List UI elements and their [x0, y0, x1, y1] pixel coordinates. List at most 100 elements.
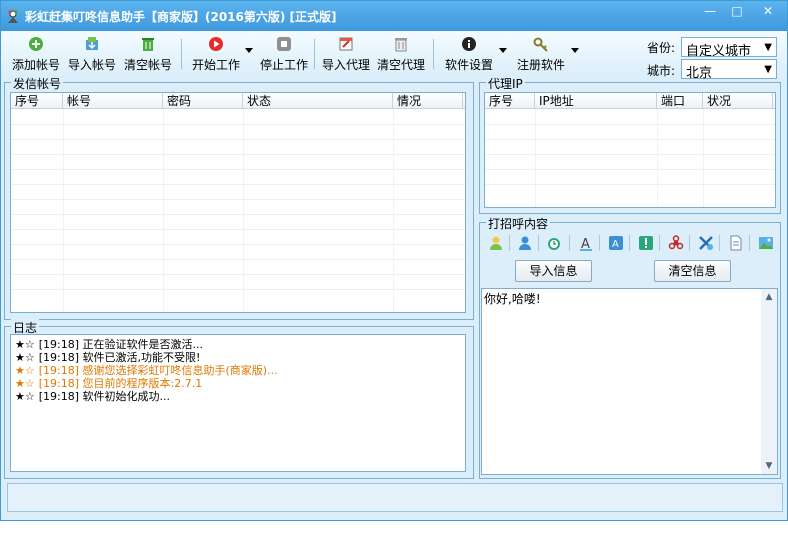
star-icon: ★☆	[15, 390, 35, 403]
column-header[interactable]: IP地址	[535, 93, 657, 109]
stop-work-label: 停止工作	[259, 58, 308, 72]
grid-line	[11, 154, 465, 155]
trash-icon	[142, 38, 154, 51]
column-header[interactable]: 序号	[11, 93, 63, 109]
toolbar-separator	[314, 39, 315, 69]
log-entry: ★☆ [19:18] 正在验证软件是否激活...	[15, 338, 203, 351]
province-select[interactable]: 自定义城市 ▼	[681, 37, 777, 59]
scroll-down-icon[interactable]: ▼	[761, 458, 777, 474]
start-work-dropdown-icon[interactable]	[245, 48, 253, 53]
greeting-legend: 打招呼内容	[486, 215, 551, 232]
format-separator	[599, 235, 600, 251]
play-icon	[209, 37, 223, 51]
font-icon[interactable]: A	[578, 235, 594, 251]
grid-line	[11, 259, 465, 260]
column-header[interactable]: 状况	[703, 93, 773, 109]
column-header[interactable]: 密码	[163, 93, 243, 109]
window-title: 彩虹赶集叮咚信息助手【商家版】(2016第六版) [正式版]	[25, 10, 337, 24]
format-separator	[689, 235, 690, 251]
biohazard-icon[interactable]	[668, 235, 684, 251]
settings-button[interactable]: 软件设置	[441, 33, 497, 73]
svg-text:A: A	[581, 237, 590, 251]
column-header[interactable]: 端口	[657, 93, 703, 109]
clear-account-button[interactable]: 清空帐号	[121, 33, 175, 73]
city-label: 城市:	[647, 64, 676, 78]
city-value: 北京	[686, 66, 713, 81]
add-account-label: 添加帐号	[11, 58, 60, 72]
format-separator	[749, 235, 750, 251]
add-icon	[29, 37, 43, 51]
stop-icon	[277, 37, 291, 51]
document-icon[interactable]	[728, 235, 744, 251]
grid-line	[485, 124, 775, 125]
log-text: [19:18] 感谢您选择彩虹叮咚信息助手(商家版)...	[38, 364, 278, 377]
log-panel: ★☆ [19:18] 正在验证软件是否激活... ★☆ [19:18] 软件已激活,…	[10, 334, 466, 472]
alert-icon[interactable]	[638, 235, 654, 251]
column-header[interactable]: 情况	[393, 93, 463, 109]
log-text: [19:18] 正在验证软件是否激活...	[38, 338, 204, 351]
image-icon[interactable]	[758, 235, 774, 251]
register-button[interactable]: 注册软件	[513, 33, 569, 73]
alarm-icon[interactable]	[546, 235, 562, 251]
import-account-button[interactable]: 导入帐号	[65, 33, 119, 73]
log-text: [19:18] 您目前的程序版本:2.7.1	[38, 377, 203, 390]
proxy-table[interactable]: 序号 IP地址 端口 状况	[484, 92, 776, 208]
grid-line	[485, 184, 775, 185]
maximize-button[interactable]: □	[722, 1, 752, 21]
column-header[interactable]: 序号	[485, 93, 535, 109]
settings-dropdown-icon[interactable]	[499, 48, 507, 53]
log-entry: ★☆ [19:18] 软件初始化成功...	[15, 390, 170, 403]
star-icon: ★☆	[15, 377, 35, 390]
province-label: 省份:	[647, 41, 676, 55]
grid-line	[11, 139, 465, 140]
register-dropdown-icon[interactable]	[571, 48, 579, 53]
accounts-table-header: 序号 帐号 密码 状态 情况	[11, 93, 465, 109]
trash-icon	[395, 38, 407, 52]
import-info-button[interactable]: 导入信息	[515, 260, 592, 282]
log-entry: ★☆ [19:18] 您目前的程序版本:2.7.1	[15, 377, 202, 390]
grid-line	[11, 214, 465, 215]
grid-line	[11, 229, 465, 230]
format-separator	[538, 235, 539, 251]
province-value: 自定义城市	[686, 44, 752, 59]
close-button[interactable]: ✕	[751, 1, 785, 21]
text-style-icon[interactable]: A	[608, 235, 624, 251]
main-window: 彩虹赶集叮咚信息助手【商家版】(2016第六版) [正式版] — □ ✕ 添加帐…	[0, 0, 788, 521]
scroll-up-icon[interactable]: ▲	[761, 289, 777, 305]
clear-info-button[interactable]: 清空信息	[654, 260, 731, 282]
app-icon	[8, 10, 18, 23]
stop-work-button[interactable]: 停止工作	[257, 33, 311, 73]
minimize-button[interactable]: —	[695, 1, 725, 21]
info-icon	[462, 37, 476, 51]
add-account-button[interactable]: 添加帐号	[9, 33, 63, 73]
toolbar-separator	[181, 39, 182, 69]
status-bar	[7, 483, 783, 512]
import-account-label: 导入帐号	[67, 58, 116, 72]
title-bar[interactable]: 彩虹赶集叮咚信息助手【商家版】(2016第六版) [正式版] — □ ✕	[1, 1, 787, 31]
log-entry: ★☆ [19:18] 软件已激活,功能不受限!	[15, 351, 200, 364]
format-separator	[629, 235, 630, 251]
greeting-textarea[interactable]: 你好,哈喽! ▲ ▼	[481, 288, 778, 475]
column-header[interactable]: 状态	[243, 93, 393, 109]
import-proxy-label: 导入代理	[321, 58, 370, 72]
format-separator	[659, 235, 660, 251]
clear-proxy-button[interactable]: 清空代理	[374, 33, 428, 73]
grid-line	[11, 184, 465, 185]
tools-icon[interactable]	[698, 235, 714, 251]
format-separator	[719, 235, 720, 251]
settings-label: 软件设置	[444, 58, 493, 72]
user-icon[interactable]	[488, 235, 504, 251]
start-work-button[interactable]: 开始工作	[189, 33, 243, 73]
key-icon	[533, 37, 548, 52]
import-proxy-icon	[339, 37, 353, 51]
clear-proxy-label: 清空代理	[376, 58, 425, 72]
import-proxy-button[interactable]: 导入代理	[319, 33, 373, 73]
grid-line	[11, 199, 465, 200]
contact-icon[interactable]	[517, 235, 533, 251]
city-select[interactable]: 北京 ▼	[681, 59, 777, 81]
column-header[interactable]: 帐号	[63, 93, 163, 109]
greeting-scrollbar[interactable]: ▲ ▼	[761, 289, 777, 474]
register-label: 注册软件	[516, 58, 565, 72]
chevron-down-icon: ▼	[764, 42, 772, 53]
accounts-table[interactable]: 序号 帐号 密码 状态 情况	[10, 92, 466, 313]
